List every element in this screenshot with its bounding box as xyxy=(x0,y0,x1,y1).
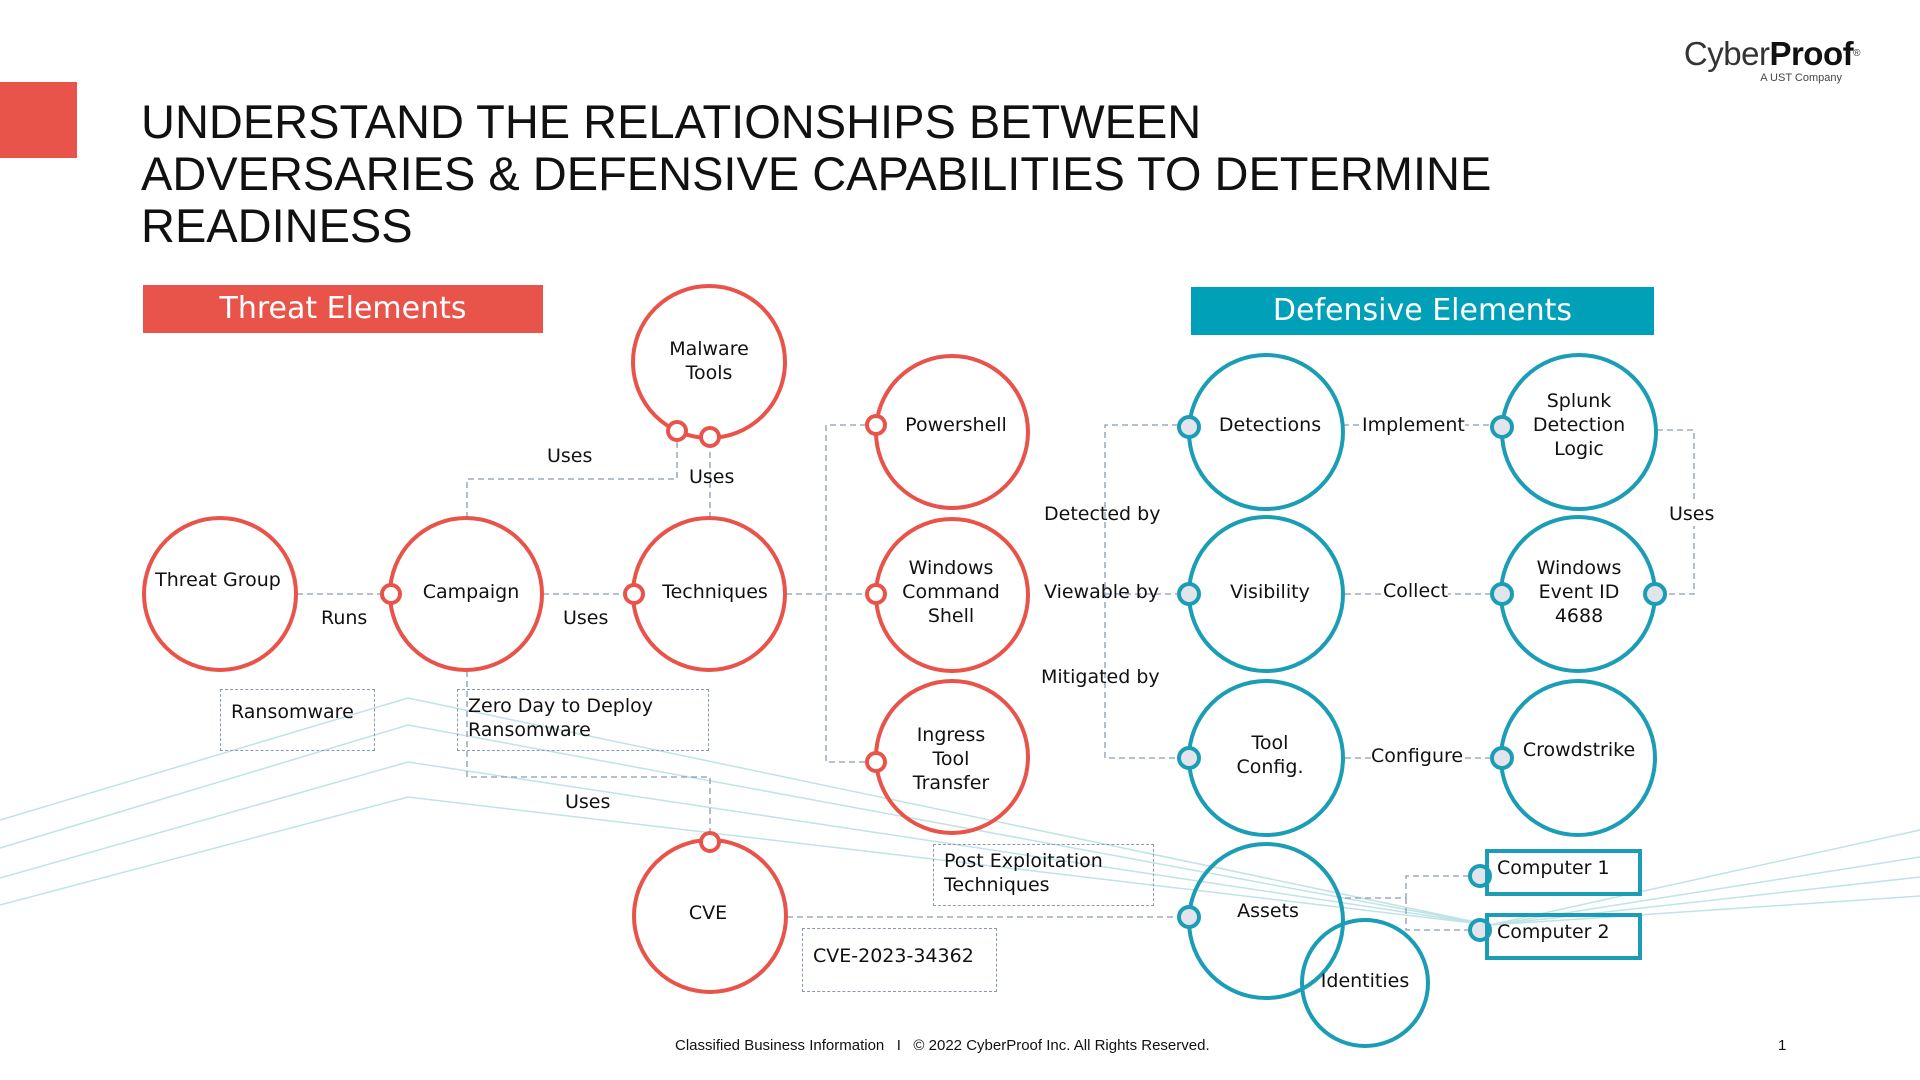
edge-label-detected-by: Detected by xyxy=(1044,503,1161,525)
label-tool-config: Tool Config. xyxy=(1236,732,1304,778)
label-malware-tools: Malware Tools xyxy=(669,338,749,384)
handle-ingress xyxy=(865,751,887,773)
threat-handles xyxy=(380,414,887,853)
label-visibility: Visibility xyxy=(1230,581,1310,603)
label-windows-event: Windows Event ID 4688 xyxy=(1536,557,1622,627)
node-threat-group xyxy=(142,516,298,672)
handle-powershell xyxy=(865,414,887,436)
node-computer2: Computer 2 xyxy=(1485,913,1642,960)
label-campaign: Campaign xyxy=(422,581,520,603)
node-computer1: Computer 1 xyxy=(1485,849,1642,896)
edge-label-mitigated-by: Mitigated by xyxy=(1041,666,1160,688)
label-techniques: Techniques xyxy=(662,581,768,603)
handle-malware-2 xyxy=(699,426,721,448)
handle-campaign xyxy=(380,583,402,605)
edge-label-splunk-uses-event: Uses xyxy=(1669,502,1715,526)
edge-label-configure: Configure xyxy=(1371,744,1464,768)
edge-label-campaign-uses-cve: Uses xyxy=(565,791,611,813)
edge-label-techniques-uses-malware: Uses xyxy=(689,466,735,488)
edge-label-runs: Runs xyxy=(321,607,368,629)
handle-cve xyxy=(699,831,721,853)
footer-text: Classified Business Information I © 2022… xyxy=(675,1037,1210,1054)
note-ransomware: Ransomware xyxy=(220,689,375,751)
label-detections: Detections xyxy=(1218,414,1322,436)
handle-malware-1 xyxy=(666,420,688,442)
label-cve: CVE xyxy=(688,902,728,924)
handle-windows-command-shell xyxy=(865,583,887,605)
note-zero-day: Zero Day to Deploy Ransomware xyxy=(457,689,709,751)
label-identities: Identities xyxy=(1320,970,1410,992)
threat-circles xyxy=(142,284,1030,994)
handle-techniques xyxy=(623,583,645,605)
note-post-exploitation: Post Exploitation Techniques xyxy=(933,844,1154,906)
handle-tool-config xyxy=(1177,746,1201,770)
label-ingress-tool-transfer: Ingress Tool Transfer xyxy=(912,724,990,794)
edge-label-implement: Implement xyxy=(1362,413,1465,437)
handle-windows-event-right xyxy=(1643,582,1667,606)
handle-splunk xyxy=(1490,415,1514,439)
handle-windows-event-left xyxy=(1490,582,1514,606)
edge-label-campaign-uses-malware: Uses xyxy=(547,445,593,467)
handle-detections xyxy=(1177,415,1201,439)
label-windows-command-shell: Windows Command Shell xyxy=(902,557,1000,627)
note-cve-id: CVE-2023-34362 xyxy=(802,928,997,992)
label-assets: Assets xyxy=(1237,900,1299,922)
handle-visibility xyxy=(1177,582,1201,606)
connector-assets-computers xyxy=(1345,875,1470,899)
label-crowdstrike: Crowdstrike xyxy=(1522,739,1636,761)
handle-assets xyxy=(1177,905,1201,929)
handle-crowdstrike xyxy=(1490,746,1514,770)
edge-label-collect: Collect xyxy=(1383,579,1449,603)
label-powershell: Powershell xyxy=(905,414,1007,436)
label-splunk: Splunk Detection Logic xyxy=(1532,390,1626,460)
label-threat-group: Threat Group xyxy=(155,569,281,591)
page-number: 1 xyxy=(1778,1037,1787,1054)
edge-label-viewable-by: Viewable by xyxy=(1044,581,1160,603)
edge-label-campaign-uses-techniques: Uses xyxy=(563,607,609,629)
